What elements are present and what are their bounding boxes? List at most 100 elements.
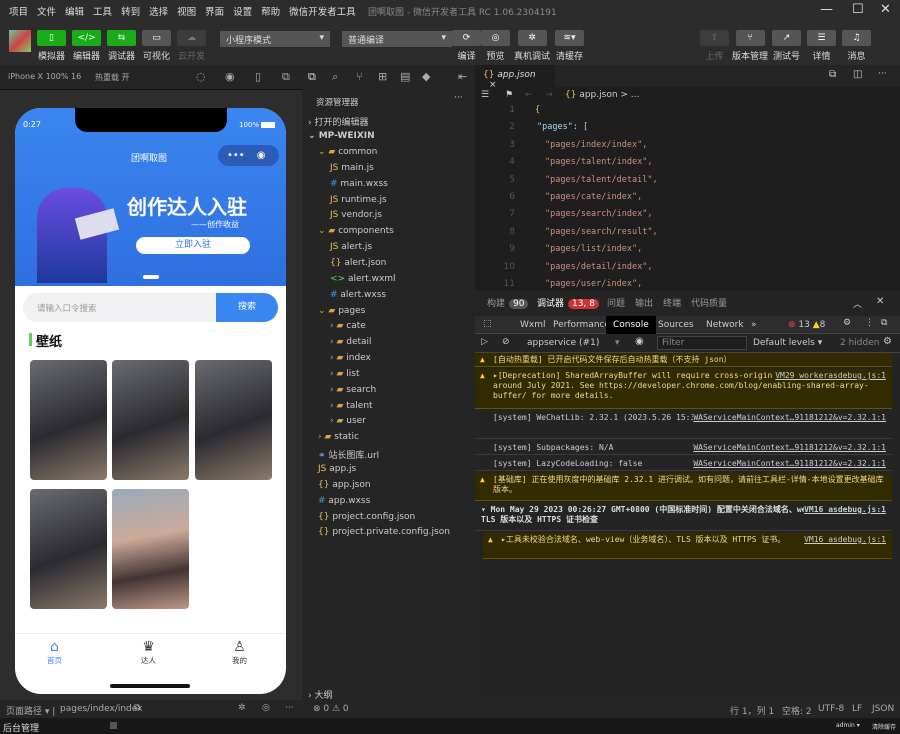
debugger-tab[interactable]: 问题 bbox=[607, 296, 625, 309]
issue-counter[interactable]: ⊗ 13 ▲8 bbox=[788, 320, 825, 330]
encoding[interactable]: UTF-8 bbox=[818, 704, 844, 714]
debugger-tab[interactable]: 输出 bbox=[635, 296, 653, 309]
test-id-button[interactable]: ↗ 测试号 bbox=[772, 30, 801, 62]
bookmark-icon[interactable]: ⚑ bbox=[505, 90, 513, 100]
list-icon[interactable]: ☰ bbox=[481, 90, 489, 100]
devtools-tab[interactable]: Sources bbox=[651, 316, 701, 334]
file-tree-item[interactable]: ⚭ 站长图库.url bbox=[302, 448, 475, 464]
carousel-dot[interactable] bbox=[143, 275, 159, 279]
close-target-icon[interactable]: ◉ bbox=[257, 150, 266, 161]
menu-item[interactable]: 界面 bbox=[205, 4, 224, 18]
file-tree-item[interactable]: JS main.js bbox=[302, 163, 475, 179]
file-tree-item[interactable]: › ▰ detail bbox=[302, 337, 475, 353]
rotate-icon[interactable]: ◌ bbox=[196, 70, 206, 83]
source-link[interactable]: VM16 asdebug.js:1 bbox=[804, 535, 886, 545]
file-tree-item[interactable]: › ▰ talent bbox=[302, 401, 475, 417]
debugger-tab[interactable]: 构建 90 bbox=[487, 296, 529, 309]
bug-icon[interactable]: ✲ bbox=[238, 703, 246, 713]
problems-count[interactable]: ⊗ 0 ⚠ 0 bbox=[313, 704, 349, 714]
file-tree-item[interactable]: › ▰ index bbox=[302, 353, 475, 369]
device-select[interactable]: iPhone X 100% 16 bbox=[8, 72, 81, 81]
file-tree-item[interactable]: › ▰ cate bbox=[302, 321, 475, 337]
details-button[interactable]: ☰ 详情 bbox=[807, 30, 836, 62]
devtools-tab[interactable]: Network bbox=[699, 316, 751, 334]
menu-item[interactable]: 编辑 bbox=[65, 4, 84, 18]
file-tree-item[interactable]: › ▰ static bbox=[302, 432, 475, 448]
file-tree-item[interactable]: <> alert.wxml bbox=[302, 274, 475, 290]
menu-item[interactable]: 帮助 bbox=[261, 4, 280, 18]
levels-select[interactable]: Default levels ▾ bbox=[753, 338, 822, 348]
debugger-button[interactable]: ⇆ 调试器 bbox=[107, 30, 136, 62]
gear-icon[interactable]: ⚙ bbox=[883, 336, 892, 347]
clear-console-icon[interactable]: ⊘ bbox=[502, 337, 510, 347]
page-path-select[interactable]: 页面路径 ▾ | bbox=[6, 704, 55, 717]
menu-item[interactable]: 项目 bbox=[9, 4, 28, 18]
compile-button[interactable]: ⟳ 编译 bbox=[452, 30, 481, 62]
clear-cache-button[interactable]: ≋▾ 清缓存 bbox=[555, 30, 584, 62]
file-tree-item[interactable]: ⌄ ▰ pages bbox=[302, 306, 475, 322]
close-panel-icon[interactable]: ✕ bbox=[876, 296, 884, 307]
menu-item[interactable]: 工具 bbox=[93, 4, 112, 18]
file-tree-item[interactable]: JS vendor.js bbox=[302, 210, 475, 226]
search-button[interactable]: 搜索 bbox=[216, 293, 278, 322]
back-icon[interactable]: ← bbox=[525, 90, 533, 100]
close-tab-icon[interactable]: × bbox=[489, 80, 497, 90]
messages-button[interactable]: ♫ 消息 bbox=[842, 30, 871, 62]
devtools-tab[interactable]: Console bbox=[606, 316, 656, 334]
copy-icon[interactable]: ⧉ bbox=[134, 703, 140, 713]
compile-mode-select[interactable]: 普通编译 ▾ bbox=[342, 31, 452, 47]
split-editor-icon[interactable]: ◫ bbox=[853, 69, 862, 80]
breadcrumb[interactable]: {} app.json > ... bbox=[565, 90, 639, 100]
avatar[interactable] bbox=[9, 30, 31, 52]
menu-item[interactable]: 选择 bbox=[149, 4, 168, 18]
file-tree-item[interactable]: ⌄ ▰ common bbox=[302, 147, 475, 163]
menu-item[interactable]: 微信开发者工具 bbox=[289, 4, 356, 18]
file-tree-item[interactable]: {} alert.json bbox=[302, 258, 475, 274]
forward-icon[interactable]: → bbox=[545, 90, 553, 100]
file-tree-item[interactable]: {} project.config.json bbox=[302, 512, 475, 528]
open-editors-section[interactable]: › 打开的编辑器 bbox=[302, 115, 475, 131]
file-tree-item[interactable]: › ▰ list bbox=[302, 369, 475, 385]
user-menu[interactable]: admin ▾ bbox=[836, 722, 860, 729]
banner[interactable]: 创作达人入驻 ——创作收益 立即入驻 bbox=[15, 108, 286, 286]
file-tree-item[interactable]: › ▰ user bbox=[302, 416, 475, 432]
collapse-icon[interactable]: ︿ bbox=[853, 297, 862, 310]
collapse-panel-icon[interactable]: ⇤ bbox=[458, 70, 467, 83]
file-tree-item[interactable]: # alert.wxss bbox=[302, 290, 475, 306]
inspect-icon[interactable]: ⬚ bbox=[483, 319, 492, 329]
join-button[interactable]: 立即入驻 bbox=[136, 237, 250, 254]
files-icon[interactable]: ⧉ bbox=[308, 70, 316, 84]
code-area[interactable]: 1 {2 "pages": [3 "pages/index/index", 4 "page… bbox=[475, 105, 890, 290]
menu-item[interactable]: 设置 bbox=[233, 4, 252, 18]
minimize-button[interactable]: — bbox=[820, 2, 833, 17]
kebab-icon[interactable]: ⋮ bbox=[865, 318, 874, 328]
wallpaper-thumb[interactable] bbox=[112, 360, 189, 480]
editor-tab-app-json[interactable]: {} app.json × bbox=[475, 65, 555, 90]
phone-icon[interactable]: ▯ bbox=[255, 70, 261, 83]
file-tree-item[interactable]: JS alert.js bbox=[302, 242, 475, 258]
debugger-tab[interactable]: 调试器 13, 8 bbox=[537, 296, 599, 309]
source-control-icon[interactable]: ⑂ bbox=[356, 70, 363, 83]
devtools-tab[interactable]: » bbox=[744, 316, 764, 334]
language-mode[interactable]: JSON bbox=[872, 704, 894, 714]
source-link[interactable]: VM29 workerasdebug.js:1 bbox=[775, 371, 886, 381]
eye-icon[interactable]: ◉ bbox=[635, 336, 644, 347]
menu-item[interactable]: 转到 bbox=[121, 4, 140, 18]
more-icon[interactable]: ••• bbox=[227, 150, 245, 161]
maximize-button[interactable]: ☐ bbox=[852, 2, 864, 17]
cursor-position[interactable]: 行 1，列 1 bbox=[730, 704, 774, 717]
more-icon[interactable]: ··· bbox=[285, 703, 294, 713]
editor-button[interactable]: </> 编辑器 bbox=[72, 30, 101, 62]
filter-input[interactable]: Filter bbox=[657, 336, 747, 350]
close-button[interactable]: ✕ bbox=[880, 2, 891, 17]
eye-icon[interactable]: ◎ bbox=[262, 703, 270, 713]
file-tree-item[interactable]: JS app.js bbox=[302, 464, 475, 480]
simulator-button[interactable]: ▯ 模拟器 bbox=[37, 30, 66, 62]
extensions-icon[interactable]: ⊞ bbox=[378, 70, 387, 83]
more-actions-icon[interactable]: ··· bbox=[878, 69, 887, 79]
detach-icon[interactable]: ⧉ bbox=[282, 70, 290, 84]
file-tree-item[interactable]: › ▰ search bbox=[302, 385, 475, 401]
source-link[interactable]: WAServiceMainContext…91181212&v=2.32.1:1 bbox=[693, 443, 886, 453]
wallpaper-thumb[interactable] bbox=[30, 489, 107, 609]
source-link[interactable]: WAServiceMainContext…91181212&v=2.32.1:1 bbox=[693, 413, 886, 423]
